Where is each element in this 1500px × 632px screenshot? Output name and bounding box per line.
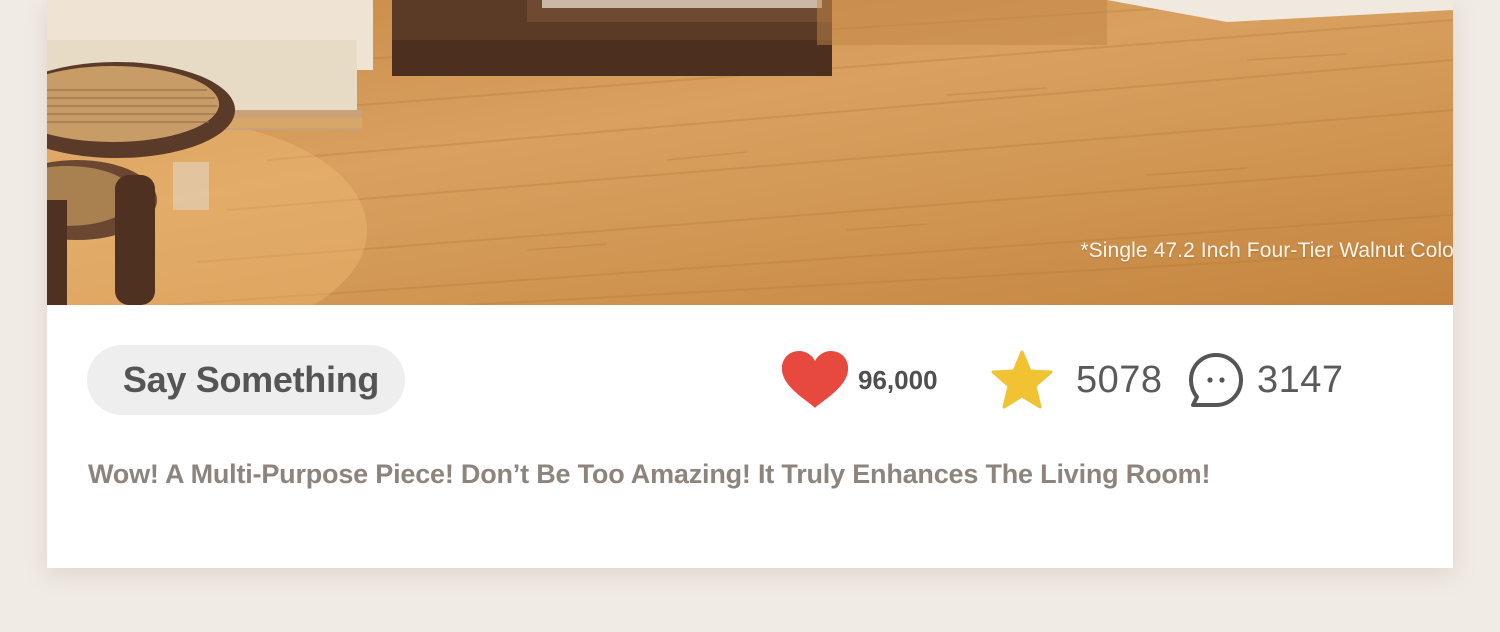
post-description: Wow! A Multi-Purpose Piece! Don’t Be Too… xyxy=(88,459,1211,489)
say-something-button[interactable]: Say Something xyxy=(87,345,405,415)
favorite-button[interactable]: 5078 xyxy=(990,347,1163,413)
chat-bubble-icon xyxy=(1187,351,1245,409)
comment-count: 3147 xyxy=(1257,358,1344,401)
like-count: 96,000 xyxy=(858,364,938,395)
post-card: *Single 47.2 Inch Four-Tier Walnut Color… xyxy=(47,0,1453,568)
product-photo[interactable]: *Single 47.2 Inch Four-Tier Walnut Color xyxy=(47,0,1453,305)
star-icon xyxy=(990,350,1054,410)
say-something-label: Say Something xyxy=(122,359,380,400)
favorite-count: 5078 xyxy=(1076,358,1163,401)
heart-icon xyxy=(780,350,850,410)
like-button[interactable]: 96,000 xyxy=(780,347,938,413)
photo-caption: *Single 47.2 Inch Four-Tier Walnut Color xyxy=(1080,239,1453,262)
comment-button[interactable]: 3147 xyxy=(1187,347,1344,413)
